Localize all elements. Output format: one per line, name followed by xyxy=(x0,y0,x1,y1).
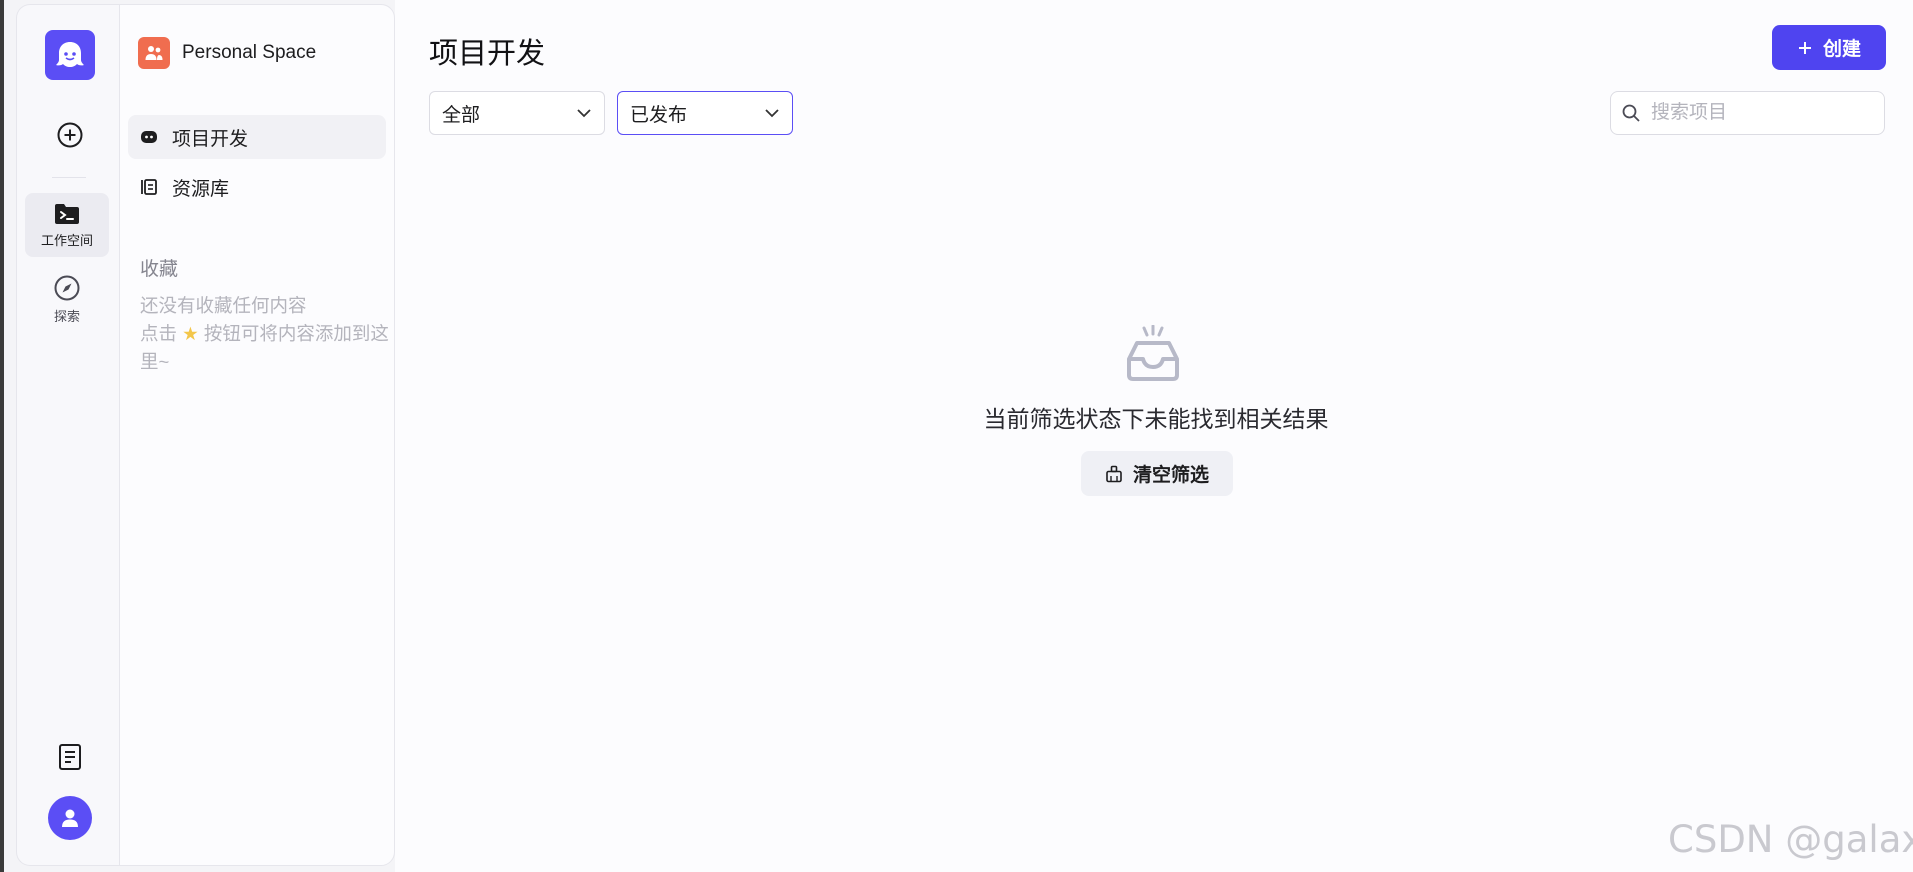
search-box xyxy=(1610,91,1885,135)
empty-inbox-icon xyxy=(1127,325,1179,381)
create-button[interactable]: 创建 xyxy=(1772,25,1886,70)
favorites-empty-prefix: 点击 xyxy=(140,323,178,344)
robot-icon xyxy=(141,131,157,143)
terminal-folder-icon xyxy=(55,203,79,224)
rail-divider xyxy=(52,177,86,178)
icon-rail: 工作空间 探索 xyxy=(16,4,119,866)
compass-icon xyxy=(54,275,80,300)
plus-circle-icon[interactable] xyxy=(54,119,86,151)
library-icon xyxy=(141,179,157,195)
space-switcher[interactable]: Personal Space xyxy=(138,37,316,69)
sidebar-item-project-dev[interactable]: 项目开发 xyxy=(128,115,386,159)
user-avatar[interactable] xyxy=(48,796,92,840)
favorites-empty-text: 还没有收藏任何内容 点击 ★ 按钮可将内容添加到这里~ xyxy=(140,292,390,376)
empty-state-message: 当前筛选状态下未能找到相关结果 xyxy=(983,406,1329,432)
rail-nav-workspace[interactable]: 工作空间 xyxy=(25,193,109,257)
type-filter-value: 全部 xyxy=(442,104,481,126)
search-input[interactable] xyxy=(1649,101,1873,125)
favorites-title: 收藏 xyxy=(140,259,179,280)
ghost-logo-icon[interactable] xyxy=(45,30,95,80)
workspace-sidebar: Personal Space 项目开发 资源库 收藏 还没有收藏任何内容 点击 xyxy=(119,4,395,866)
favorites-empty-line: 还没有收藏任何内容 xyxy=(140,295,307,316)
chevron-down-icon xyxy=(577,109,591,118)
sidebar-item-label: 资源库 xyxy=(172,178,230,200)
sidebar-item-library[interactable]: 资源库 xyxy=(128,165,386,209)
document-icon[interactable] xyxy=(54,741,86,773)
page-title: 项目开发 xyxy=(429,38,546,70)
broom-icon xyxy=(1106,465,1122,482)
team-icon xyxy=(138,37,170,69)
favorites-empty-suffix: 按钮可将内容添加到这里~ xyxy=(140,323,389,372)
rail-nav-label: 探索 xyxy=(53,308,80,324)
rail-nav-label: 工作空间 xyxy=(40,232,93,248)
sidebar-item-label: 项目开发 xyxy=(172,128,249,150)
space-name: Personal Space xyxy=(182,42,317,63)
create-button-label: 创建 xyxy=(1822,39,1861,60)
favorites-empty-hint: 点击 ★ 按钮可将内容添加到这里~ xyxy=(140,320,390,376)
watermark: CSDN @galaxy xyxy=(1668,818,1913,861)
status-filter-value: 已发布 xyxy=(630,104,688,126)
status-filter-select[interactable]: 已发布 xyxy=(617,91,793,135)
chevron-down-icon xyxy=(765,109,779,118)
star-icon: ★ xyxy=(182,323,199,344)
rail-nav-explore[interactable]: 探索 xyxy=(25,267,109,331)
user-icon xyxy=(62,809,78,827)
clear-filter-button[interactable]: 清空筛选 xyxy=(1081,451,1233,496)
type-filter-select[interactable]: 全部 xyxy=(429,91,605,135)
search-icon xyxy=(1622,104,1640,122)
app-window: 工作空间 探索 Personal Space 项目开发 资源库 收藏 还没有收藏… xyxy=(4,0,1913,872)
main-content: 项目开发 创建 全部 已发布 搜索项目 当前筛选状态下未能找到相关结果 清空筛选 xyxy=(395,0,1913,872)
clear-filter-label: 清空筛选 xyxy=(1132,465,1209,486)
plus-icon xyxy=(1798,41,1811,54)
